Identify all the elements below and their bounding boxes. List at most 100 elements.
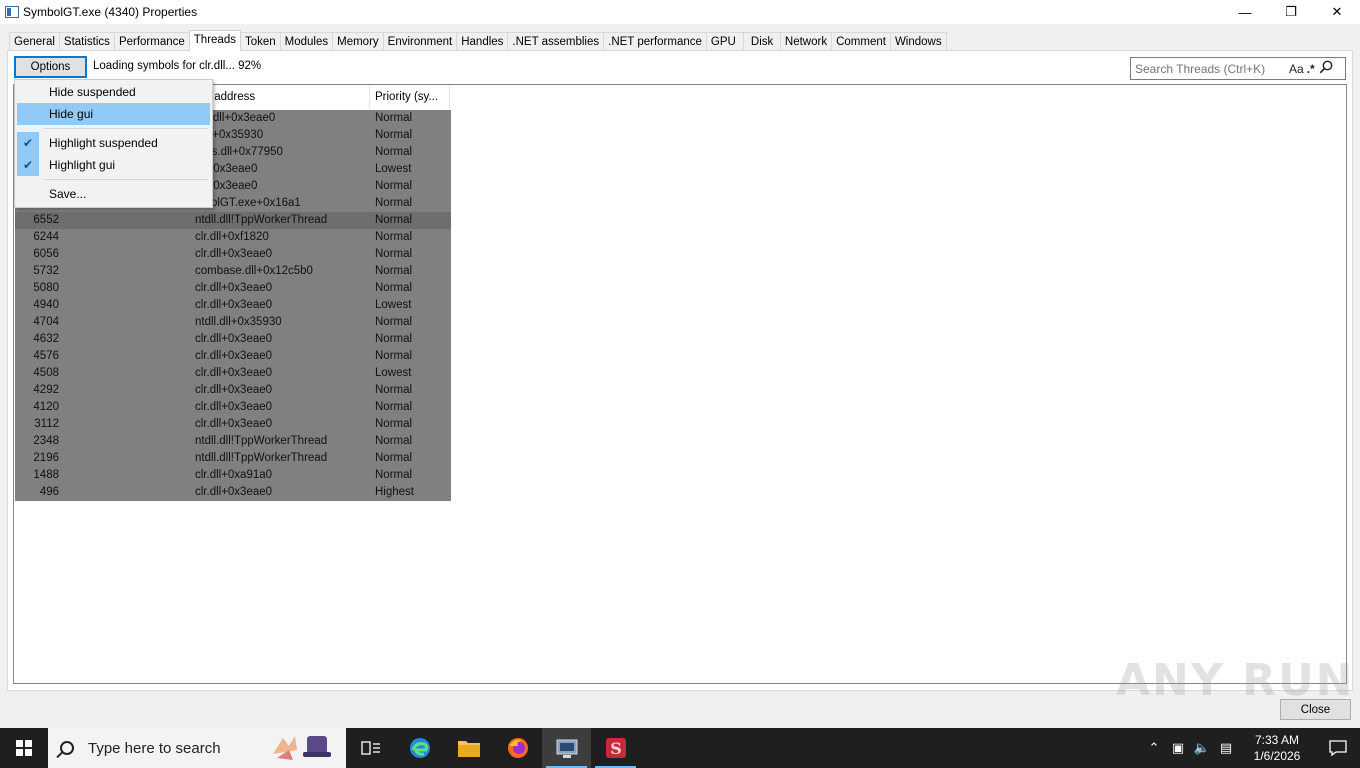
menu-highlight-gui[interactable]: ✔ Highlight gui xyxy=(17,154,210,176)
tab-modules[interactable]: Modules xyxy=(279,32,334,51)
speaker-icon[interactable]: 🔈 xyxy=(1190,740,1214,756)
tab-network[interactable]: Network xyxy=(779,32,833,51)
firefox-icon[interactable] xyxy=(493,728,542,768)
thread-id-cell: 6244 xyxy=(33,231,59,243)
table-row[interactable]: 5732 combase.dll+0x12c5b0 Normal xyxy=(15,263,451,280)
table-row[interactable]: 5080 clr.dll+0x3eae0 Normal xyxy=(15,280,451,297)
close-icon[interactable]: ✕ xyxy=(1314,0,1360,24)
tab-environment[interactable]: Environment xyxy=(382,32,458,51)
table-row[interactable]: 496 clr.dll+0x3eae0 Highest xyxy=(15,484,451,501)
minimize-icon[interactable]: — xyxy=(1222,0,1268,24)
table-row[interactable]: 4120 clr.dll+0x3eae0 Normal xyxy=(15,399,451,416)
priority-cell: Normal xyxy=(375,197,413,209)
thread-id-cell: 4120 xyxy=(33,401,59,413)
search-icon[interactable] xyxy=(1319,60,1333,77)
table-row[interactable]: 6056 clr.dll+0x3eae0 Normal xyxy=(15,246,451,263)
thread-id-cell: 4704 xyxy=(33,316,59,328)
menu-highlight-suspended[interactable]: ✔ Highlight suspended xyxy=(17,132,210,154)
thread-id-cell: 6056 xyxy=(33,248,59,260)
start-address-cell: clr.dll+0x3eae0 xyxy=(195,418,273,430)
thread-id-cell: 5732 xyxy=(33,265,59,277)
start-address-cell: combase.dll+0x12c5b0 xyxy=(195,265,313,277)
task-view-icon[interactable] xyxy=(346,728,395,768)
notification-icon[interactable] xyxy=(1316,740,1360,756)
regex-toggle[interactable]: .* xyxy=(1307,62,1315,76)
menu-highlight-suspended-label: Highlight suspended xyxy=(49,136,158,150)
tab-statistics[interactable]: Statistics xyxy=(58,32,115,51)
table-row[interactable]: 4508 clr.dll+0x3eae0 Lowest xyxy=(15,365,451,382)
table-row[interactable]: 4632 clr.dll+0x3eae0 Normal xyxy=(15,331,451,348)
tab-handles[interactable]: Handles xyxy=(456,32,509,51)
table-row[interactable]: 2196 ntdll.dll!TppWorkerThread Normal xyxy=(15,450,451,467)
priority-cell: Normal xyxy=(375,231,413,243)
start-address-cell: clr.dll+0x3eae0 xyxy=(195,333,273,345)
window-controls: — ❐ ✕ xyxy=(1222,0,1360,24)
table-row[interactable]: 4940 clr.dll+0x3eae0 Lowest xyxy=(15,297,451,314)
priority-cell: Normal xyxy=(375,265,413,277)
menu-hide-gui[interactable]: Hide gui xyxy=(17,103,210,125)
close-button[interactable]: Close xyxy=(1280,699,1351,720)
table-row[interactable]: 4704 ntdll.dll+0x35930 Normal xyxy=(15,314,451,331)
start-address-cell: clr.dll+0xa91a0 xyxy=(195,469,273,481)
tab-net-performance[interactable]: .NET performance xyxy=(603,32,707,51)
tab-threads[interactable]: Threads xyxy=(188,30,241,51)
checkmark-icon: ✔ xyxy=(17,154,39,176)
restore-icon[interactable]: ❐ xyxy=(1268,0,1314,24)
thread-id-cell: 4576 xyxy=(33,350,59,362)
thread-id-cell: 4940 xyxy=(33,299,59,311)
table-row[interactable]: 3112 clr.dll+0x3eae0 Normal xyxy=(15,416,451,433)
tab-memory[interactable]: Memory xyxy=(332,32,384,51)
priority-cell: Normal xyxy=(375,350,413,362)
start-address-cell: clr.dll+0xf1820 xyxy=(195,231,269,243)
start-button[interactable] xyxy=(0,728,48,768)
start-address-cell: clr.dll+0x3eae0 xyxy=(195,384,273,396)
taskbar: Type here to search S ⌃ ▣ 🔈 ▤ 7:33 AM 1/… xyxy=(0,728,1360,768)
thread-id-cell: 496 xyxy=(39,486,59,498)
meet-now-icon[interactable]: ▣ xyxy=(1166,740,1190,756)
tab-disk[interactable]: Disk xyxy=(742,32,781,51)
column-start-address[interactable]: rt address xyxy=(192,85,370,109)
symbolgt-app-icon[interactable]: S xyxy=(591,728,640,768)
start-address-cell: clr.dll+0x3eae0 xyxy=(195,299,273,311)
menu-save[interactable]: Save... xyxy=(17,183,210,205)
case-sensitive-toggle[interactable]: Aa xyxy=(1289,62,1304,76)
tab-comment[interactable]: Comment xyxy=(831,32,891,51)
process-hacker-icon[interactable] xyxy=(542,728,591,768)
search-input[interactable] xyxy=(1135,61,1285,76)
start-address-cell: clr.dll+0x3eae0 xyxy=(195,248,273,260)
thread-id-cell: 6552 xyxy=(33,214,59,226)
priority-cell: Normal xyxy=(375,180,413,192)
edge-icon[interactable] xyxy=(395,728,444,768)
table-row[interactable]: 1488 clr.dll+0xa91a0 Normal xyxy=(15,467,451,484)
thread-id-cell: 3112 xyxy=(34,418,59,430)
tab-performance[interactable]: Performance xyxy=(113,32,190,51)
network-icon[interactable]: ▤ xyxy=(1214,740,1238,756)
tab-general[interactable]: General xyxy=(9,32,60,51)
thread-id-cell: 2196 xyxy=(33,452,59,464)
tab-gpu[interactable]: GPU xyxy=(705,32,744,51)
taskbar-search[interactable]: Type here to search xyxy=(48,728,346,768)
menu-highlight-gui-label: Highlight gui xyxy=(49,158,116,172)
tab-net-assemblies[interactable]: .NET assemblies xyxy=(507,32,605,51)
thread-id-cell: 1488 xyxy=(33,469,59,481)
file-explorer-icon[interactable] xyxy=(444,728,493,768)
menu-hide-suspended[interactable]: Hide suspended xyxy=(17,81,210,103)
search-highlight-icon xyxy=(267,732,337,764)
table-row[interactable]: 6552 ntdll.dll!TppWorkerThread Normal xyxy=(15,212,451,229)
table-row[interactable]: 2348 ntdll.dll!TppWorkerThread Normal xyxy=(15,433,451,450)
clock[interactable]: 7:33 AM 1/6/2026 xyxy=(1238,732,1316,764)
column-priority[interactable]: Priority (sy... xyxy=(370,85,450,109)
tab-windows[interactable]: Windows xyxy=(889,32,947,51)
chevron-up-icon[interactable]: ⌃ xyxy=(1142,740,1166,756)
table-row[interactable]: 4576 clr.dll+0x3eae0 Normal xyxy=(15,348,451,365)
threads-list[interactable]: rt address Priority (sy... tdll.dll+0x3e… xyxy=(13,84,1347,684)
table-row[interactable]: 4292 clr.dll+0x3eae0 Normal xyxy=(15,382,451,399)
clock-time: 7:33 AM xyxy=(1254,733,1300,747)
tab-token[interactable]: Token xyxy=(239,32,281,51)
table-row[interactable]: 6244 clr.dll+0xf1820 Normal xyxy=(15,229,451,246)
search-icon xyxy=(60,741,74,755)
priority-cell: Normal xyxy=(375,214,413,226)
priority-cell: Normal xyxy=(375,452,413,464)
title-bar: SymbolGT.exe (4340) Properties — ❐ ✕ xyxy=(0,0,1360,24)
options-button[interactable]: Options xyxy=(14,56,87,78)
